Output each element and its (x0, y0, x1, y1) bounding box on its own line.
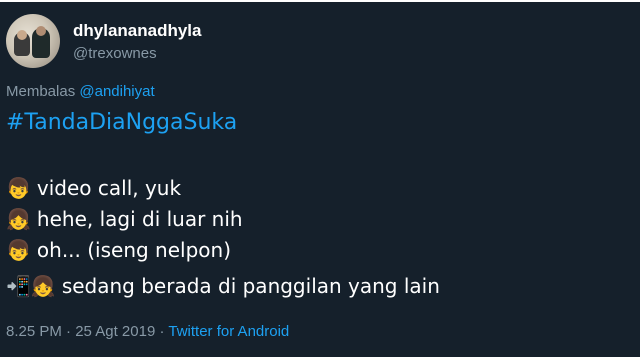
girl-emoji-icon: 👧 (6, 207, 31, 231)
tweet-line: 👦 video call, yuk (6, 176, 181, 200)
hashtag-link[interactable]: #TandaDiaNggaSuka (6, 110, 237, 135)
reply-mention-link[interactable]: @andihiyat (79, 83, 154, 100)
tweet-line: 👧 hehe, lagi di luar nih (6, 207, 243, 231)
tweet-metadata: 8.25 PM · 25 Agt 2019 · Twitter for Andr… (6, 323, 289, 340)
avatar-figure (17, 30, 27, 40)
tweet-line-text: sedang berada di panggilan yang lain (61, 274, 440, 298)
tweet-line-text: oh... (iseng nelpon) (36, 238, 232, 262)
tweet-date[interactable]: 25 Agt 2019 (75, 323, 155, 340)
tweet-line-text: hehe, lagi di luar nih (36, 207, 243, 231)
user-handle[interactable]: @trexownes (73, 45, 157, 62)
tweet-card: dhylananadhyla @trexownes Membalas @andi… (0, 0, 640, 360)
meta-separator: · (66, 323, 72, 340)
avatar-figure (36, 26, 46, 36)
reply-prefix: Membalas (6, 83, 76, 100)
meta-separator: · (159, 323, 165, 340)
tweet-line-text: video call, yuk (36, 176, 182, 200)
boy-emoji-icon: 👦 (6, 238, 31, 262)
tweet-line: 📲👧 sedang berada di panggilan yang lain (6, 274, 440, 298)
display-name[interactable]: dhylananadhyla (73, 21, 201, 41)
tweet-line: 👦 oh... (iseng nelpon) (6, 238, 231, 262)
reply-context: Membalas @andihiyat (6, 83, 155, 100)
tweet-time[interactable]: 8.25 PM (6, 323, 62, 340)
phone-call-girl-emoji-icon: 📲👧 (6, 274, 56, 298)
avatar[interactable] (6, 14, 60, 68)
boy-emoji-icon: 👦 (6, 176, 31, 200)
source-app-link[interactable]: Twitter for Android (168, 323, 289, 340)
